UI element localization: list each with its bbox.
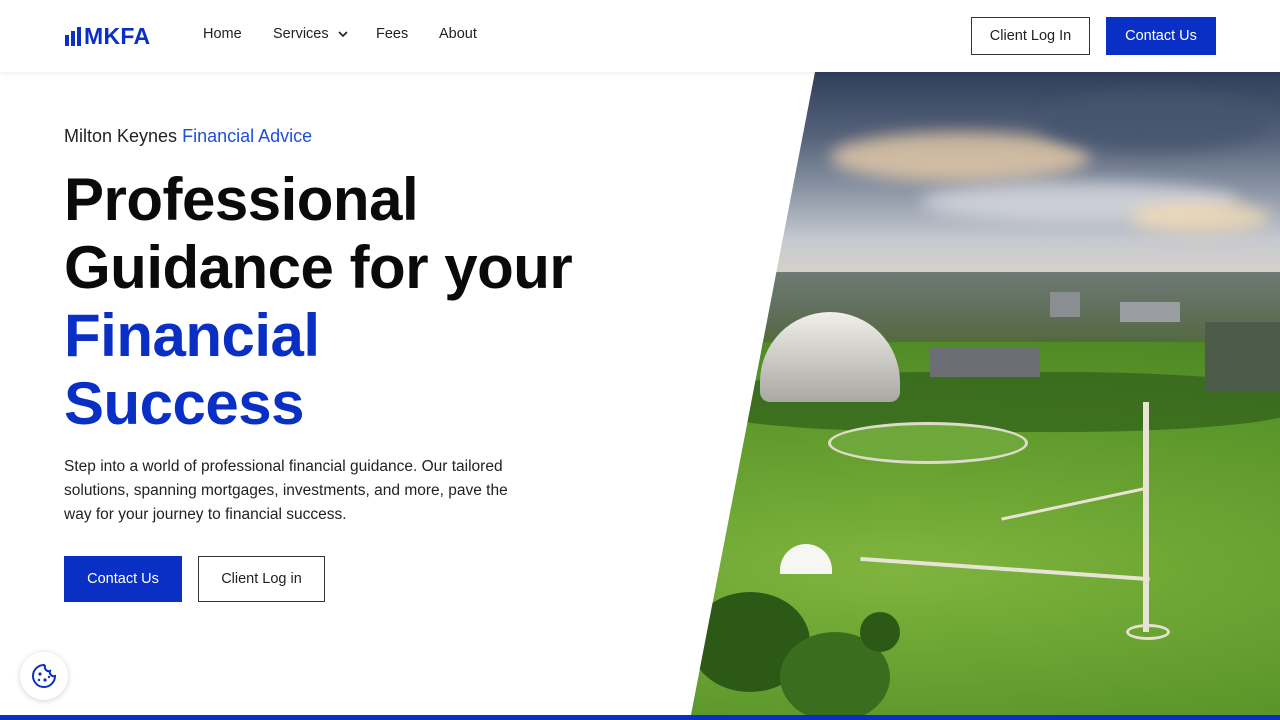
- nav-about[interactable]: About: [439, 26, 477, 42]
- headline-line-1: Professional: [64, 166, 419, 233]
- hero-eyebrow-accent: Financial Advice: [182, 126, 313, 146]
- hero-oval-lawn: [828, 422, 1028, 464]
- hero-building: [930, 347, 1040, 377]
- hero-eyebrow: Milton Keynes Financial Advice: [64, 126, 312, 147]
- hero-tree: [860, 612, 900, 652]
- hero-building: [1205, 322, 1280, 392]
- bottom-accent-bar: [0, 715, 1280, 720]
- nav-services-label: Services: [273, 26, 329, 42]
- hero-cloud: [830, 132, 1090, 182]
- hero-contact-button[interactable]: Contact Us: [64, 556, 182, 602]
- nav-fees[interactable]: Fees: [376, 26, 408, 42]
- cookie-icon: [32, 663, 57, 688]
- hero-eyebrow-location: Milton Keynes: [64, 126, 178, 146]
- hero-building: [1050, 292, 1080, 317]
- hero-cloud: [1130, 202, 1270, 232]
- nav-home[interactable]: Home: [203, 26, 242, 42]
- headline-line-3: Financial: [64, 302, 320, 369]
- header-client-login-button[interactable]: Client Log In: [971, 17, 1090, 55]
- headline-line-4: Success: [64, 370, 305, 437]
- hero-building: [1120, 302, 1180, 322]
- cookie-settings-button[interactable]: [20, 652, 68, 700]
- logo-bars-icon: [65, 26, 81, 46]
- hero-path: [1143, 402, 1149, 632]
- brand-name: MKFA: [84, 22, 151, 49]
- hero-client-login-button[interactable]: Client Log in: [198, 556, 325, 602]
- hero-headline: Professional Guidance for your Financial…: [64, 166, 624, 438]
- nav-services[interactable]: Services: [273, 26, 349, 42]
- hero-description: Step into a world of professional financ…: [64, 458, 508, 523]
- chevron-down-icon: [338, 31, 348, 38]
- headline-line-2: Guidance for your: [64, 234, 573, 301]
- site-header: MKFA Home Services Fees About Client Log…: [0, 0, 1280, 72]
- hero-monument: [1126, 624, 1170, 640]
- header-contact-button[interactable]: Contact Us: [1106, 17, 1216, 55]
- hero-cloud: [1040, 92, 1270, 152]
- brand-logo[interactable]: MKFA: [65, 22, 151, 49]
